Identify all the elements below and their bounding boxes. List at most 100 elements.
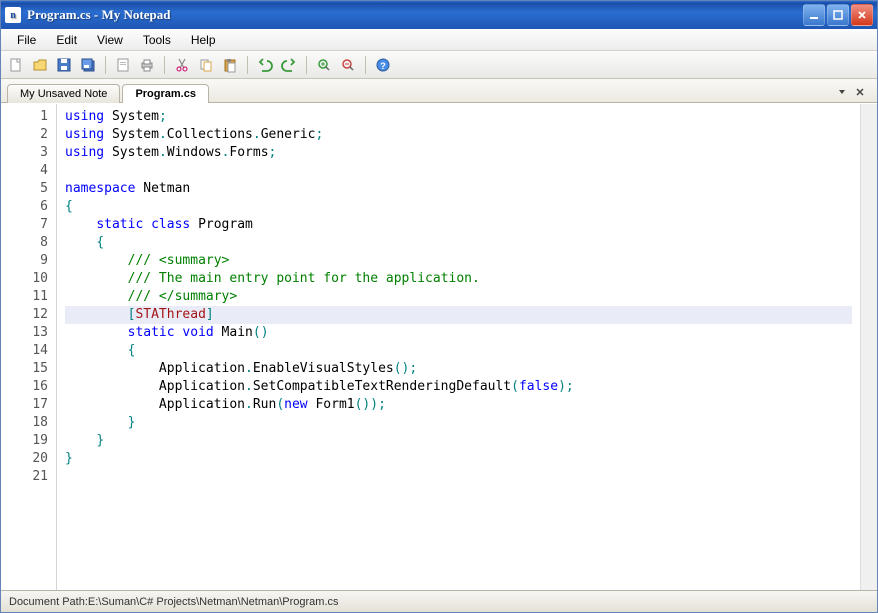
zoom-in-button[interactable] <box>313 54 335 76</box>
code-line[interactable]: /// The main entry point for the applica… <box>65 270 852 288</box>
zoom-in-icon <box>316 57 332 73</box>
line-number: 2 <box>5 126 48 144</box>
open-icon <box>32 57 48 73</box>
chevron-down-icon <box>837 87 847 97</box>
tabbar: My Unsaved Note Program.cs <box>1 79 877 103</box>
code-line[interactable]: } <box>65 432 852 450</box>
line-number: 15 <box>5 360 48 378</box>
code-line[interactable]: /// </summary> <box>65 288 852 306</box>
svg-text:?: ? <box>380 61 386 71</box>
maximize-icon <box>832 9 844 21</box>
save-button[interactable] <box>53 54 75 76</box>
code-line[interactable]: } <box>65 450 852 468</box>
line-number: 4 <box>5 162 48 180</box>
line-number-gutter: 123456789101112131415161718192021 <box>1 104 57 590</box>
code-line[interactable]: [STAThread] <box>65 306 852 324</box>
maximize-button[interactable] <box>827 4 849 26</box>
print-button[interactable] <box>136 54 158 76</box>
code-line[interactable]: Application.EnableVisualStyles(); <box>65 360 852 378</box>
statusbar: Document Path: E:\Suman\C# Projects\Netm… <box>1 590 877 612</box>
menu-view[interactable]: View <box>87 31 133 49</box>
vertical-scrollbar[interactable] <box>860 104 877 590</box>
line-number: 17 <box>5 396 48 414</box>
app-icon: n <box>5 7 21 23</box>
cut-button[interactable] <box>171 54 193 76</box>
line-number: 6 <box>5 198 48 216</box>
window-title: Program.cs - My Notepad <box>27 7 170 23</box>
line-number: 21 <box>5 468 48 486</box>
paste-icon <box>222 57 238 73</box>
code-line[interactable]: { <box>65 234 852 252</box>
redo-button[interactable] <box>278 54 300 76</box>
close-icon <box>856 9 868 21</box>
code-line[interactable]: static void Main() <box>65 324 852 342</box>
line-number: 19 <box>5 432 48 450</box>
line-number: 18 <box>5 414 48 432</box>
line-number: 5 <box>5 180 48 198</box>
menubar: File Edit View Tools Help <box>1 29 877 51</box>
code-line[interactable]: { <box>65 342 852 360</box>
tab-dropdown-button[interactable] <box>835 84 849 102</box>
paste-button[interactable] <box>219 54 241 76</box>
code-line[interactable]: Application.Run(new Form1()); <box>65 396 852 414</box>
open-file-button[interactable] <box>29 54 51 76</box>
status-path-label: Document Path: <box>9 596 88 608</box>
menu-help[interactable]: Help <box>181 31 226 49</box>
zoom-out-button[interactable] <box>337 54 359 76</box>
save-all-icon <box>80 57 96 73</box>
page-setup-button[interactable] <box>112 54 134 76</box>
code-line[interactable]: Application.SetCompatibleTextRenderingDe… <box>65 378 852 396</box>
line-number: 1 <box>5 108 48 126</box>
copy-icon <box>198 57 214 73</box>
page-icon <box>115 57 131 73</box>
toolbar-separator <box>247 56 248 74</box>
save-icon <box>56 57 72 73</box>
line-number: 10 <box>5 270 48 288</box>
code-line[interactable] <box>65 468 852 486</box>
save-all-button[interactable] <box>77 54 99 76</box>
code-line[interactable]: namespace Netman <box>65 180 852 198</box>
close-button[interactable] <box>851 4 873 26</box>
redo-icon <box>281 57 297 73</box>
line-number: 11 <box>5 288 48 306</box>
toolbar-separator <box>306 56 307 74</box>
copy-button[interactable] <box>195 54 217 76</box>
code-line[interactable]: static class Program <box>65 216 852 234</box>
cut-icon <box>174 57 190 73</box>
undo-icon <box>257 57 273 73</box>
line-number: 13 <box>5 324 48 342</box>
code-line[interactable]: using System.Collections.Generic; <box>65 126 852 144</box>
close-icon <box>855 87 865 97</box>
tab-unsaved-note[interactable]: My Unsaved Note <box>7 84 120 103</box>
code-line[interactable]: } <box>65 414 852 432</box>
code-line[interactable]: using System; <box>65 108 852 126</box>
code-area[interactable]: using System;using System.Collections.Ge… <box>57 104 860 590</box>
status-path-value: E:\Suman\C# Projects\Netman\Netman\Progr… <box>88 596 339 608</box>
menu-file[interactable]: File <box>7 31 46 49</box>
tab-program-cs[interactable]: Program.cs <box>122 84 209 103</box>
zoom-out-icon <box>340 57 356 73</box>
line-number: 7 <box>5 216 48 234</box>
code-editor[interactable]: 123456789101112131415161718192021 using … <box>1 103 877 590</box>
menu-edit[interactable]: Edit <box>46 31 87 49</box>
code-line[interactable]: { <box>65 198 852 216</box>
code-line[interactable] <box>65 162 852 180</box>
code-line[interactable]: using System.Windows.Forms; <box>65 144 852 162</box>
line-number: 12 <box>5 306 48 324</box>
help-button[interactable]: ? <box>372 54 394 76</box>
tab-close-button[interactable] <box>853 84 867 102</box>
code-line[interactable]: /// <summary> <box>65 252 852 270</box>
toolbar: ? <box>1 51 877 79</box>
line-number: 8 <box>5 234 48 252</box>
minimize-button[interactable] <box>803 4 825 26</box>
line-number: 9 <box>5 252 48 270</box>
toolbar-separator <box>105 56 106 74</box>
titlebar[interactable]: n Program.cs - My Notepad <box>1 1 877 29</box>
line-number: 14 <box>5 342 48 360</box>
undo-button[interactable] <box>254 54 276 76</box>
toolbar-separator <box>164 56 165 74</box>
toolbar-separator <box>365 56 366 74</box>
print-icon <box>139 57 155 73</box>
menu-tools[interactable]: Tools <box>133 31 181 49</box>
new-file-button[interactable] <box>5 54 27 76</box>
